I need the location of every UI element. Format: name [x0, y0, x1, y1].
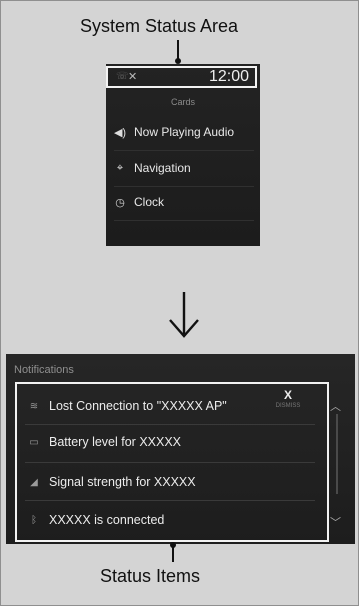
system-status-area-caption: System Status Area — [80, 16, 239, 36]
card-now-playing[interactable]: ◀) Now Playing Audio — [106, 116, 260, 148]
notification-label: Battery level for XXXXX — [49, 435, 182, 449]
navigation-icon: ⌖ — [116, 161, 124, 174]
clock-time: 12:00 — [208, 68, 249, 85]
bluetooth-off-icon: ✕ — [128, 71, 138, 83]
clock-icon: ◷ — [115, 196, 125, 209]
down-arrow-icon — [169, 292, 199, 338]
notifications-title: Notifications — [14, 364, 74, 376]
cards-title: Cards — [170, 97, 195, 107]
system-status-area[interactable]: ☏ ✕ 12:00 — [106, 66, 257, 88]
card-clock[interactable]: ◷ Clock — [106, 186, 260, 218]
signal-icon: ◢ — [30, 476, 38, 488]
status-items-caption: Status Items — [100, 566, 201, 586]
notification-label: XXXXX is connected — [49, 513, 165, 527]
notification-label: Signal strength for XXXXX — [49, 475, 196, 489]
card-label: Navigation — [134, 161, 191, 175]
notification-item[interactable]: ᛒ XXXXX is connected — [19, 502, 325, 538]
speaker-icon: ◀) — [113, 126, 127, 139]
bluetooth-icon: ᛒ — [31, 514, 37, 526]
callout-line — [177, 40, 179, 60]
scrollbar[interactable] — [336, 414, 338, 494]
card-label: Clock — [134, 195, 165, 209]
phone-icon: ☏ — [116, 71, 129, 82]
notification-item[interactable]: ◢ Signal strength for XXXXX — [19, 464, 325, 500]
status-items-area: ≋ Lost Connection to "XXXXX AP" X DISMIS… — [15, 382, 329, 542]
close-icon: X — [283, 388, 292, 402]
scroll-down-icon[interactable]: ﹀ — [330, 514, 341, 530]
notification-item[interactable]: ▭ Battery level for XXXXX — [19, 424, 325, 460]
battery-icon: ▭ — [29, 436, 39, 448]
card-label: Now Playing Audio — [134, 125, 235, 139]
notification-divider — [25, 500, 315, 501]
card-navigation[interactable]: ⌖ Navigation — [106, 152, 260, 184]
scroll-up-icon[interactable]: ︿ — [330, 398, 341, 414]
card-divider — [114, 220, 254, 221]
notifications-screen: Notifications ≋ Lost Connection to "XXXX… — [6, 354, 355, 544]
notification-divider — [25, 462, 315, 463]
callout-dot — [170, 542, 176, 548]
cards-screen: ☏ ✕ 12:00 Cards ◀) Now Playing Audio ⌖ N… — [106, 64, 260, 246]
notification-label: Lost Connection to "XXXXX AP" — [49, 399, 227, 413]
dismiss-label: DISMISS — [275, 403, 301, 409]
wifi-icon: ≋ — [29, 400, 39, 412]
dismiss-button[interactable]: X DISMISS — [269, 388, 307, 409]
card-divider — [114, 150, 254, 151]
